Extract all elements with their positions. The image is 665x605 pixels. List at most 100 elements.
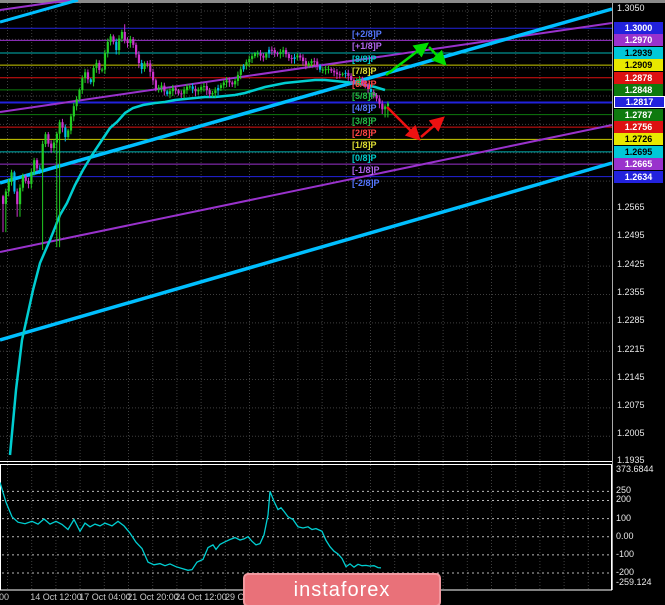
candle-body (42, 144, 44, 169)
price-level-badge: 1.2909 (614, 59, 663, 71)
oscillator-min-label: -259.124 (616, 577, 652, 588)
candle-body (226, 80, 228, 82)
price-level-badge: 1.2878 (614, 72, 663, 84)
candle-body (274, 50, 276, 53)
candle-body (305, 61, 307, 65)
candle-body (254, 53, 256, 56)
candle-body (61, 122, 63, 127)
candle-body (107, 42, 109, 53)
murrey-level-label: [7/8]P (352, 66, 377, 77)
candle-body (237, 75, 239, 81)
murrey-level-label: [2/8]P (352, 128, 377, 139)
chart-canvas[interactable] (0, 0, 665, 605)
candle-body (166, 91, 168, 94)
green-up-arrow (386, 44, 427, 75)
candle-body (152, 72, 154, 80)
candle-body (330, 69, 332, 71)
candle-body (5, 192, 7, 204)
murrey-level-label: [-1/8]P (352, 165, 380, 176)
candle-body (211, 93, 213, 94)
y-axis-label: 1.2565 (617, 202, 645, 213)
candle-body (81, 78, 83, 90)
cyan-trend-lower (0, 163, 612, 340)
candle-body (44, 134, 46, 144)
candle-body (333, 71, 335, 73)
candle-body (285, 50, 287, 54)
murrey-level-label: [0/8]P (352, 153, 377, 164)
time-axis-label[interactable]: 14 Oct 12:00 (30, 592, 82, 602)
candle-body (384, 106, 386, 109)
candle-body (217, 88, 219, 91)
y-axis-label: 1.2495 (617, 230, 645, 241)
oscillator-level-label: 100 (616, 513, 631, 524)
candle-body (67, 131, 69, 138)
candle-body (124, 32, 126, 40)
candle-body (248, 59, 250, 62)
y-axis-label: 1.2355 (617, 287, 645, 298)
candle-body (308, 63, 310, 64)
murrey-level-label: [-2/8]P (352, 178, 380, 189)
candle-body (78, 90, 80, 99)
candle-body (33, 160, 35, 172)
candle-body (381, 104, 383, 110)
candle-body (245, 62, 247, 66)
candle-body (260, 53, 262, 55)
price-level-badge: 1.2939 (614, 47, 663, 59)
price-level-badge: 1.2756 (614, 121, 663, 133)
candle-body (163, 86, 165, 92)
candle-body (144, 63, 146, 69)
candle-body (282, 50, 284, 52)
candle-body (76, 99, 78, 106)
candle-body (265, 54, 267, 58)
candle-body (149, 63, 151, 71)
candle-body (73, 106, 75, 116)
candle-body (155, 80, 157, 88)
candle-body (146, 63, 148, 64)
candle-body (2, 196, 4, 204)
candle-body (27, 181, 29, 184)
candle-body (13, 172, 15, 191)
candle-body (56, 134, 58, 143)
price-level-badge: 1.2726 (614, 133, 663, 145)
candle-body (319, 66, 321, 70)
candle-body (93, 68, 95, 82)
candle-body (203, 86, 205, 87)
murrey-level-label: [+2/8]P (352, 29, 382, 40)
candle-body (175, 88, 177, 90)
y-axis-label: 1.2145 (617, 372, 645, 383)
y-axis-label: 1.2425 (617, 259, 645, 270)
oscillator-line (0, 482, 381, 570)
candle-body (262, 56, 264, 58)
time-axis-label[interactable]: 00 (0, 592, 9, 602)
price-level-badge: 1.2634 (614, 171, 663, 183)
candle-body (192, 86, 194, 88)
candle-body (206, 86, 208, 90)
candle-body (271, 50, 273, 51)
candle-body (95, 63, 97, 68)
murrey-level-label: [3/8]P (352, 116, 377, 127)
grid-layer (0, 3, 612, 590)
murrey-level-label: [+1/8]P (352, 41, 382, 52)
candle-body (231, 82, 233, 84)
y-axis-label: 1.2285 (617, 315, 645, 326)
price-level-badge: 1.2787 (614, 109, 663, 121)
y-axis-label: 1.2215 (617, 344, 645, 355)
time-axis-label[interactable]: 24 Oct 12:00 (175, 592, 227, 602)
instaforex-watermark: instaforex (243, 573, 441, 605)
candle-body (10, 172, 12, 181)
candle-body (183, 90, 185, 94)
candle-body (16, 192, 18, 205)
candle-body (132, 39, 134, 45)
candle-body (141, 63, 143, 69)
candle-body (257, 53, 259, 54)
candle-body (220, 85, 222, 88)
candle-body (347, 73, 349, 76)
y-axis-label: 1.2005 (617, 428, 645, 439)
time-axis-label[interactable]: 17 Oct 04:00 (79, 592, 131, 602)
murrey-level-label: [8/8]P (352, 54, 377, 65)
candle-body (177, 90, 179, 93)
candle-body (251, 56, 253, 59)
murrey-level-label: [5/8]P (352, 91, 377, 102)
time-axis-label[interactable]: 21 Oct 20:00 (127, 592, 179, 602)
candle-body (64, 128, 66, 138)
